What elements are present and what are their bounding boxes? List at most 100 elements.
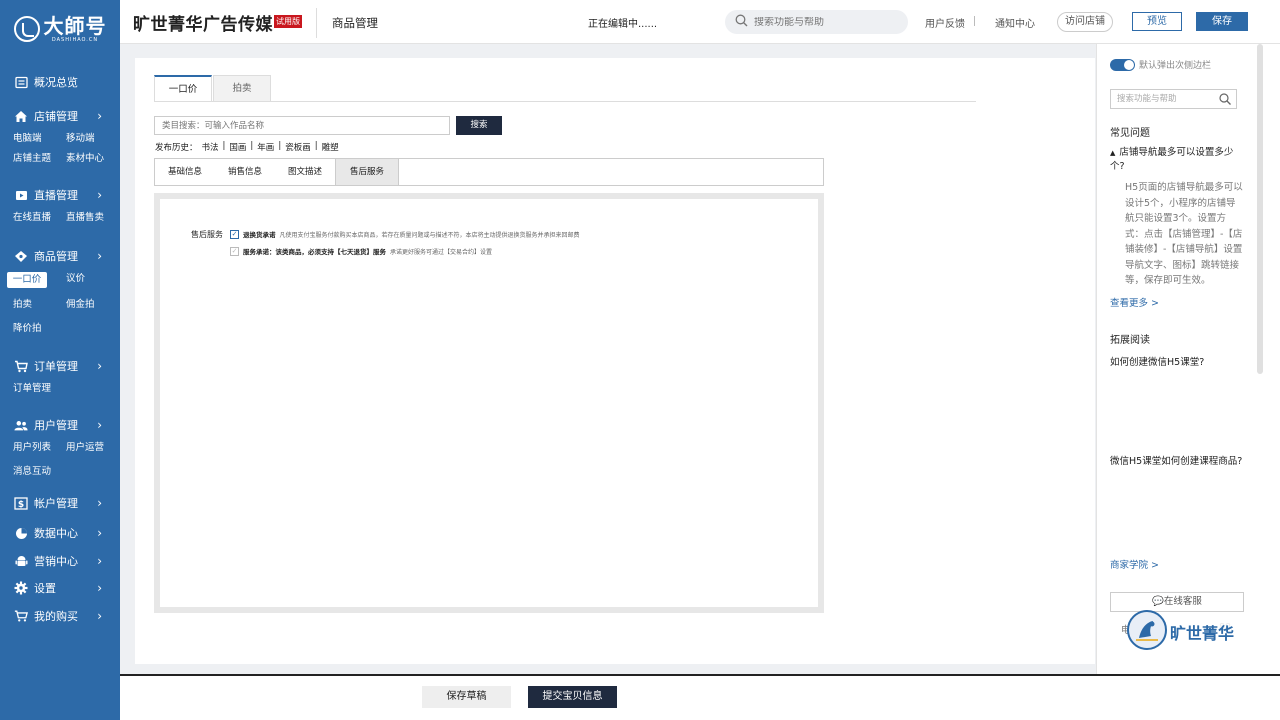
tab-description[interactable]: 图文描述: [275, 159, 335, 185]
sidebar-item-purchases[interactable]: 我的购买 ›: [0, 604, 120, 628]
sidebar-popup-toggle[interactable]: [1110, 59, 1135, 71]
gear-icon: [14, 581, 28, 595]
service-promise-row: ✓ 服务承诺：该类商品，必须支持【七天退货】服务 承诺更好服务可通过【交易合约】…: [230, 246, 492, 256]
history-item[interactable]: 国画: [229, 141, 246, 153]
sidebar-item-data[interactable]: 数据中心 ›: [0, 521, 120, 545]
sidebar-item-label: 营销中心: [34, 555, 78, 568]
sidebar-subitem-commission-auction[interactable]: 佣金拍: [66, 298, 119, 312]
notifications-link[interactable]: 通知中心: [995, 15, 1035, 30]
faq-question[interactable]: ▲ 店铺导航最多可以设置多少个?: [1110, 146, 1242, 174]
feedback-link[interactable]: 用户反馈: [925, 15, 965, 30]
return-promise-checkbox[interactable]: ✓: [230, 229, 239, 239]
nav-group-account: $ 帐户管理 ›: [0, 491, 120, 515]
sidebar-item-settings[interactable]: 设置 ›: [0, 576, 120, 600]
preview-button[interactable]: 预览: [1132, 12, 1182, 31]
tab-after-sales[interactable]: 售后服务: [335, 159, 400, 185]
tab-auction[interactable]: 拍卖: [213, 75, 271, 102]
reading-heading: 拓展阅读: [1110, 335, 1150, 346]
sidebar-item-live[interactable]: 直播管理 ›: [0, 183, 120, 207]
after-sales-panel-body: 售后服务 ✓ 退换货承诺 凡使用支付宝服务付款购买本店商品，若存在质量问题或与描…: [160, 199, 818, 607]
faq-question-text: 店铺导航最多可以设置多少个?: [1110, 147, 1234, 172]
watermark-logo-icon: [1127, 610, 1167, 650]
sidebar-subitem-auction[interactable]: 拍卖: [13, 298, 66, 312]
sidebar-item-marketing[interactable]: 营销中心 ›: [0, 549, 120, 573]
sidebar-subitem-pc[interactable]: 电脑端: [13, 132, 66, 146]
online-service-label: 在线客服: [1163, 596, 1202, 607]
nav-group-users: 用户管理 › 用户列表 用户运营 消息互动: [0, 413, 120, 479]
shopping-cart-icon: [14, 609, 28, 623]
sidebar-item-users[interactable]: 用户管理 ›: [0, 413, 120, 437]
faq-answer: H5页面的店铺导航最多可以设计5个，小程序的店铺导航只能设置3个。设置方式：点击…: [1125, 182, 1243, 286]
chevron-right-icon: ›: [97, 554, 102, 568]
account-icon: $: [14, 496, 28, 510]
sidebar-subitem-theme[interactable]: 店铺主题: [13, 152, 66, 166]
history-item[interactable]: 瓷板画: [285, 141, 311, 153]
topbar: 旷世菁华广告传媒 试用版 商品管理 正在编辑中...... 用户反馈 通知中心 …: [120, 0, 1280, 44]
nav-group-purchases: 我的购买 ›: [0, 604, 120, 628]
sidebar-subitem-fixed-price[interactable]: 一口价: [7, 272, 47, 288]
brand-logo[interactable]: 大師号 DASHIHAO.CN: [0, 0, 120, 58]
category-search-button[interactable]: 搜索: [456, 116, 502, 135]
academy-link[interactable]: 商家学院 >: [1110, 557, 1159, 571]
online-service-button[interactable]: 💬在线客服: [1110, 592, 1244, 612]
tab-basic-info[interactable]: 基础信息: [155, 159, 215, 185]
sidebar-item-account[interactable]: $ 帐户管理 ›: [0, 491, 120, 515]
sidebar-subitem-online-live[interactable]: 在线直播: [13, 211, 66, 225]
sidebar-subitem-user-ops[interactable]: 用户运营: [66, 441, 119, 455]
price-type-tabs: 一口价 拍卖: [154, 75, 272, 102]
nav-group-data: 数据中心 ›: [0, 521, 120, 545]
sidebar-item-orders[interactable]: 订单管理 ›: [0, 354, 120, 378]
save-button[interactable]: 保存: [1196, 12, 1248, 31]
submit-item-button[interactable]: 提交宝贝信息: [528, 686, 617, 708]
sidebar-subitem-negotiate[interactable]: 议价: [66, 272, 119, 286]
chevron-right-icon: ›: [97, 359, 102, 373]
search-icon[interactable]: [1219, 93, 1231, 112]
sidebar-subitem-order-list[interactable]: 订单管理: [13, 382, 66, 396]
history-label: 发布历史：: [155, 143, 198, 153]
trial-badge: 试用版: [274, 15, 302, 28]
chevron-right-icon: ›: [97, 581, 102, 595]
chevron-right-icon: ›: [97, 249, 102, 263]
publish-history: 发布历史： 书法 | 国画 | 年画 | 瓷板画 | 雕塑: [155, 141, 339, 153]
sidebar-subitem-materials[interactable]: 素材中心: [66, 152, 119, 166]
tab-fixed-price[interactable]: 一口价: [154, 75, 212, 102]
sidebar-item-goods[interactable]: 商品管理 ›: [0, 244, 120, 268]
sidebar-subitem-price-drop-auction[interactable]: 降价拍: [13, 322, 66, 336]
nav-group-live: 直播管理 › 在线直播 直播售卖: [0, 183, 120, 225]
sidebar-subitem-messages[interactable]: 消息互动: [13, 465, 66, 479]
sidebar-item-label: 商品管理: [34, 250, 78, 263]
category-search-input[interactable]: [154, 116, 450, 135]
help-search-placeholder: 搜索功能与帮助: [1117, 94, 1177, 104]
help-search-input[interactable]: 搜索功能与帮助: [1110, 89, 1237, 109]
page-title: 商品管理: [332, 16, 378, 30]
tab-sales-info[interactable]: 销售信息: [215, 159, 275, 185]
article-link[interactable]: 微信H5课堂如何创建课程商品?: [1110, 453, 1242, 467]
sidebar-subitem-mobile[interactable]: 移动端: [66, 132, 119, 146]
main-content: 一口价 拍卖 搜索 发布历史： 书法 | 国画 | 年画 | 瓷板画 | 雕塑 …: [135, 58, 1095, 664]
history-item[interactable]: 年画: [257, 141, 274, 153]
history-item[interactable]: 书法: [202, 141, 219, 153]
save-draft-button[interactable]: 保存草稿: [422, 686, 511, 708]
article-link[interactable]: 如何创建微信H5课堂?: [1110, 354, 1204, 368]
sidebar-item-label: 帐户管理: [34, 497, 78, 510]
sidebar-subitem-live-sale[interactable]: 直播售卖: [66, 211, 119, 225]
sidebar-item-label: 订单管理: [34, 360, 78, 373]
topbar-separator: [974, 16, 975, 26]
sidebar-item-label: 设置: [34, 582, 56, 595]
pie-chart-icon: [14, 526, 28, 540]
topbar-search[interactable]: [725, 10, 908, 34]
chevron-right-icon: ›: [97, 418, 102, 432]
goods-icon: [14, 249, 28, 263]
page-scrollbar-thumb[interactable]: [1257, 44, 1263, 374]
logo-text: 大師号: [43, 14, 107, 38]
history-item[interactable]: 雕塑: [322, 141, 339, 153]
sidebar-subitem-user-list[interactable]: 用户列表: [13, 441, 66, 455]
sidebar-item-label: 用户管理: [34, 419, 78, 432]
view-more-link[interactable]: 查看更多 >: [1110, 295, 1159, 309]
search-icon: [735, 14, 748, 30]
sidebar-item-store[interactable]: 店铺管理 ›: [0, 104, 120, 128]
visit-store-button[interactable]: 访问店铺: [1057, 12, 1113, 32]
help-side-panel: 默认弹出次侧边栏 搜索功能与帮助 常见问题 ▲ 店铺导航最多可以设置多少个? H5…: [1096, 44, 1254, 674]
sidebar-item-overview[interactable]: 概况总览: [0, 70, 120, 94]
topbar-search-input[interactable]: [754, 16, 894, 28]
